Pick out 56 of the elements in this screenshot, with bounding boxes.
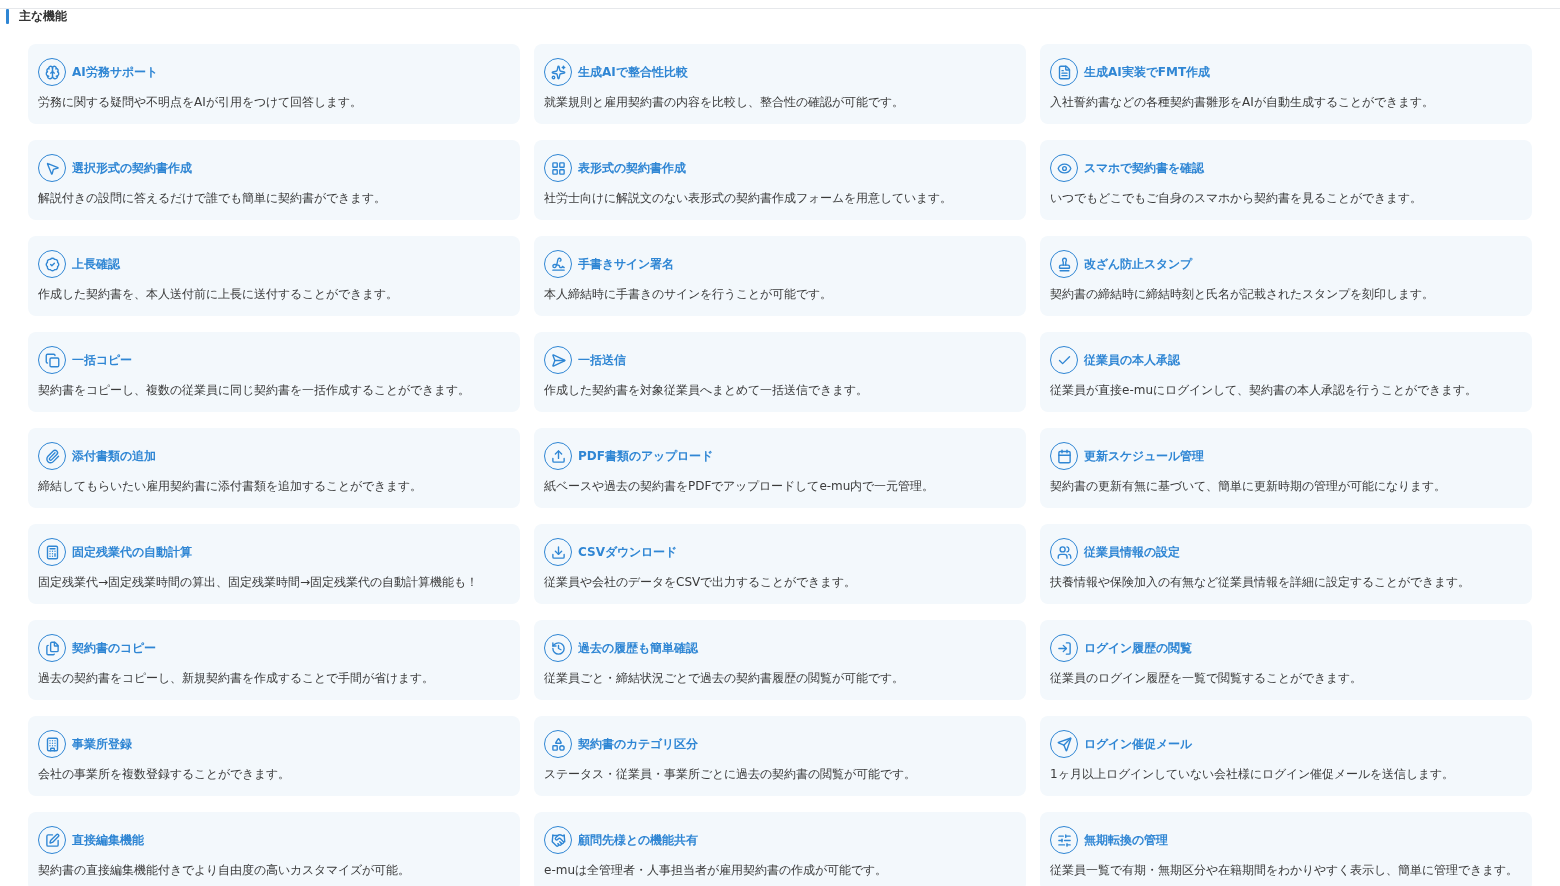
- feature-description: いつでもどこでもご自身のスマホから契約書を見ることができます。: [1050, 190, 1423, 207]
- feature-title: 過去の履歴も簡単確認: [578, 639, 698, 657]
- feature-title: 表形式の契約書作成: [578, 159, 686, 177]
- feature-description: 従業員や会社のデータをCSVで出力することができます。: [544, 574, 858, 591]
- feature-title: スマホで契約書を確認: [1084, 159, 1204, 177]
- feature-description: 作成した契約書を、本人送付前に上長に送付することができます。: [38, 286, 399, 303]
- feature-description: 作成した契約書を対象従業員へまとめて一括送信できます。: [544, 382, 869, 399]
- feature-title: 従業員情報の設定: [1084, 543, 1180, 561]
- feature-description: 過去の契約書をコピーし、新規契約書を作成することで手間が省けます。: [38, 670, 435, 687]
- feature-title: 一括送信: [578, 351, 626, 369]
- feature-title: 契約書のコピー: [72, 639, 156, 657]
- feature-description: 契約書の締結時に締結時刻と氏名が記載されたスタンプを刻印します。: [1050, 286, 1435, 303]
- feature-description: 労務に関する疑問や不明点をAIが引用をつけて回答します。: [38, 94, 363, 111]
- feature-title: 手書きサイン署名: [578, 255, 674, 273]
- feature-title: 生成AI実装でFMT作成: [1084, 63, 1211, 81]
- feature-description: 契約書の更新有無に基づいて、簡単に更新時期の管理が可能になります。: [1050, 478, 1447, 495]
- feature-title: 契約書のカテゴリ区分: [578, 735, 698, 753]
- section-marker: [6, 9, 9, 24]
- feature-description: 会社の事業所を複数登録することができます。: [38, 766, 291, 783]
- feature-description: 社労士向けに解説文のない表形式の契約書作成フォームを用意しています。: [544, 190, 953, 207]
- feature-description: 従業員のログイン履歴を一覧で閲覧することができます。: [1050, 670, 1363, 687]
- feature-title: 上長確認: [72, 255, 120, 273]
- feature-description: e-muは全管理者・人事担当者が雇用契約書の作成が可能です。: [544, 862, 888, 879]
- feature-description: 1ヶ月以上ログインしていない会社様にログイン催促メールを送信します。: [1050, 766, 1455, 783]
- feature-description: 解説付きの設問に答えるだけで誰でも簡単に契約書ができます。: [38, 190, 387, 207]
- feature-description: 就業規則と雇用契約書の内容を比較し、整合性の確認が可能です。: [544, 94, 905, 111]
- feature-description: 本人締結時に手書きのサインを行うことが可能です。: [544, 286, 833, 303]
- feature-title: ログイン催促メール: [1084, 735, 1192, 753]
- feature-title: PDF書類のアップロード: [578, 447, 713, 465]
- feature-description: 紙ベースや過去の契約書をPDFでアップロードしてe-mu内で一元管理。: [544, 478, 936, 495]
- feature-description: 従業員一覧で有期・無期区分や在籍期間をわかりやすく表示し、簡単に管理できます。: [1050, 862, 1519, 879]
- feature-title: 固定残業代の自動計算: [72, 543, 192, 561]
- feature-description: 固定残業代→固定残業時間の算出、固定残業時間→固定残業代の自動計算機能も！: [38, 574, 480, 591]
- feature-description: 締結してもらいたい雇用契約書に添付書類を追加することができます。: [38, 478, 423, 495]
- feature-title: 選択形式の契約書作成: [72, 159, 192, 177]
- feature-title: 更新スケジュール管理: [1084, 447, 1204, 465]
- feature-title: 改ざん防止スタンプ: [1084, 255, 1192, 273]
- feature-title: 無期転換の管理: [1084, 831, 1168, 849]
- feature-description: 入社誓約書などの各種契約書雛形をAIが自動生成することができます。: [1050, 94, 1435, 111]
- section-title: 主な機能: [19, 9, 67, 25]
- feature-description: 契約書をコピーし、複数の従業員に同じ契約書を一括作成することができます。: [38, 382, 471, 399]
- feature-description: 従業員が直接e-muにログインして、契約書の本人承認を行うことができます。: [1050, 382, 1478, 399]
- feature-description: 従業員ごと・締結状況ごとで過去の契約書履歴の閲覧が可能です。: [544, 670, 905, 687]
- feature-title: CSVダウンロード: [578, 543, 677, 561]
- feature-title: AI労務サポート: [72, 63, 158, 81]
- feature-title: 顧問先様との機能共有: [578, 831, 698, 849]
- feature-description: ステータス・従業員・事業所ごとに過去の契約書の閲覧が可能です。: [544, 766, 917, 783]
- feature-description: 扶養情報や保険加入の有無など従業員情報を詳細に設定することができます。: [1050, 574, 1471, 591]
- feature-description: 契約書の直接編集機能付きでより自由度の高いカスタマイズが可能。: [38, 862, 411, 879]
- feature-title: 生成AIで整合性比較: [578, 63, 688, 81]
- feature-title: 事業所登録: [72, 735, 132, 753]
- feature-title: 直接編集機能: [72, 831, 144, 849]
- feature-title: ログイン履歴の閲覧: [1084, 639, 1192, 657]
- feature-title: 添付書類の追加: [72, 447, 156, 465]
- feature-title: 一括コピー: [72, 351, 132, 369]
- feature-title: 従業員の本人承認: [1084, 351, 1180, 369]
